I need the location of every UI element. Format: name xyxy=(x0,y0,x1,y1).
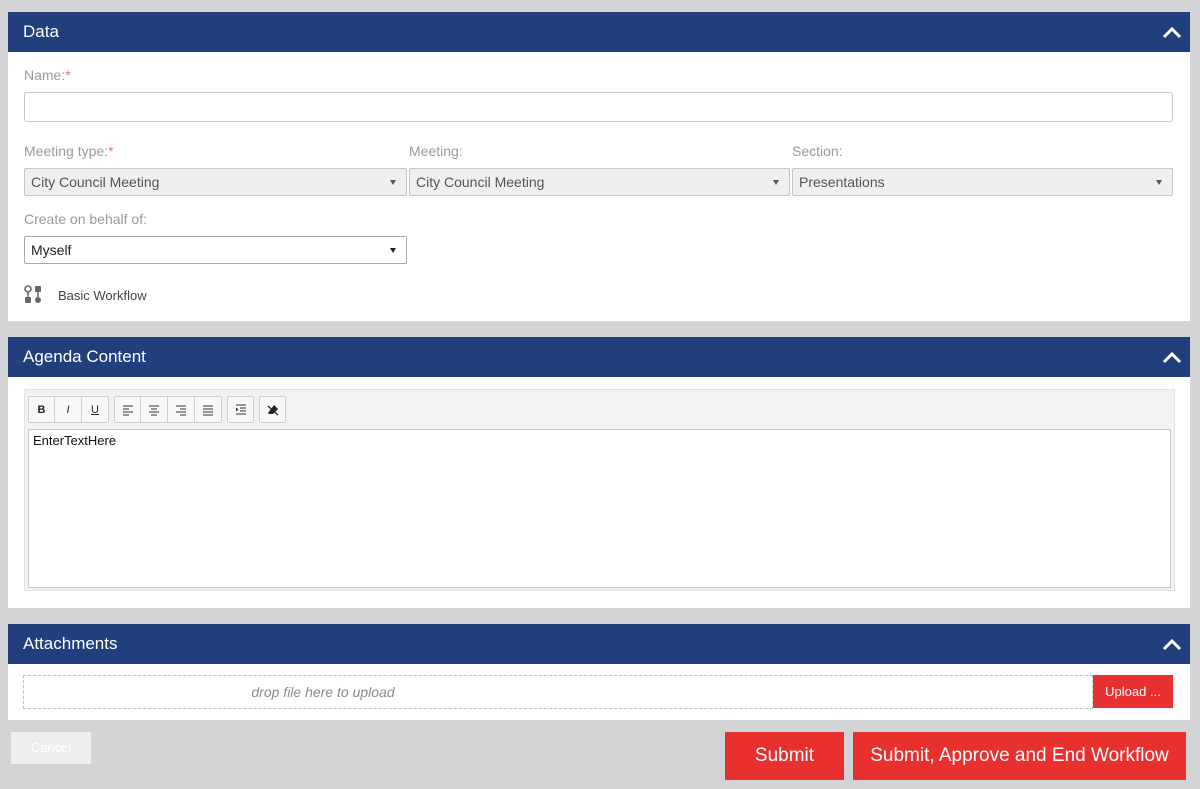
meeting-value: City Council Meeting xyxy=(416,174,545,190)
collapse-icon[interactable] xyxy=(1162,636,1182,652)
name-input[interactable] xyxy=(24,92,1173,122)
agenda-panel-header[interactable]: Agenda Content xyxy=(8,337,1190,377)
data-panel: Data Name:* Meeting type:* Meeting: Sect… xyxy=(8,12,1190,321)
align-left-button[interactable] xyxy=(114,396,141,423)
underline-button[interactable]: U xyxy=(82,396,109,423)
align-right-icon xyxy=(176,405,186,415)
italic-button[interactable]: I xyxy=(55,396,82,423)
meeting-select[interactable]: City Council Meeting xyxy=(409,168,790,196)
rich-text-editor: B I U EnterTextHere xyxy=(24,389,1175,591)
section-label: Section: xyxy=(792,143,843,159)
editor-toolbar: B I U xyxy=(28,396,291,424)
submit-approve-end-workflow-button[interactable]: Submit, Approve and End Workflow xyxy=(853,732,1186,780)
dropdown-arrow-icon xyxy=(1156,180,1162,185)
bold-button[interactable]: B xyxy=(28,396,55,423)
cancel-button[interactable]: Cancel xyxy=(11,732,91,764)
section-select[interactable]: Presentations xyxy=(792,168,1173,196)
behalf-value: Myself xyxy=(31,242,72,258)
dropdown-arrow-icon xyxy=(390,248,396,253)
attachments-panel-title: Attachments xyxy=(23,634,118,653)
name-label: Name:* xyxy=(24,67,71,83)
meeting-type-select[interactable]: City Council Meeting xyxy=(24,168,407,196)
data-panel-header[interactable]: Data xyxy=(8,12,1190,52)
eraser-icon xyxy=(267,404,278,415)
meeting-type-label: Meeting type:* xyxy=(24,143,114,159)
justify-button[interactable] xyxy=(195,396,222,423)
submit-button[interactable]: Submit xyxy=(725,732,844,780)
indent-button[interactable] xyxy=(227,396,254,423)
dropdown-arrow-icon xyxy=(773,180,779,185)
behalf-select[interactable]: Myself xyxy=(24,236,407,264)
collapse-icon[interactable] xyxy=(1162,349,1182,365)
behalf-label: Create on behalf of: xyxy=(24,211,147,227)
align-center-button[interactable] xyxy=(141,396,168,423)
file-dropzone[interactable]: drop file here to upload xyxy=(23,675,1093,709)
indent-icon xyxy=(235,404,246,414)
clear-format-button[interactable] xyxy=(259,396,286,423)
meeting-type-value: City Council Meeting xyxy=(31,174,160,190)
editor-content-area[interactable]: EnterTextHere xyxy=(28,429,1171,588)
workflow-icon xyxy=(24,285,41,303)
meeting-label: Meeting: xyxy=(409,143,463,159)
align-left-icon xyxy=(122,405,133,415)
justify-icon xyxy=(203,405,213,415)
section-value: Presentations xyxy=(799,174,885,190)
attachments-panel: Attachments drop file here to upload Upl… xyxy=(8,624,1190,720)
collapse-icon[interactable] xyxy=(1162,24,1182,40)
workflow-label: Basic Workflow xyxy=(58,287,147,303)
agenda-panel-title: Agenda Content xyxy=(23,347,146,366)
align-right-button[interactable] xyxy=(168,396,195,423)
agenda-panel: Agenda Content B I U EnterTextHere xyxy=(8,337,1190,608)
attachments-panel-header[interactable]: Attachments xyxy=(8,624,1190,664)
align-center-icon xyxy=(149,405,159,415)
upload-button[interactable]: Upload ... xyxy=(1093,675,1173,708)
dropdown-arrow-icon xyxy=(390,180,396,185)
workflow-indicator: Basic Workflow xyxy=(24,285,147,305)
data-panel-title: Data xyxy=(23,22,59,41)
